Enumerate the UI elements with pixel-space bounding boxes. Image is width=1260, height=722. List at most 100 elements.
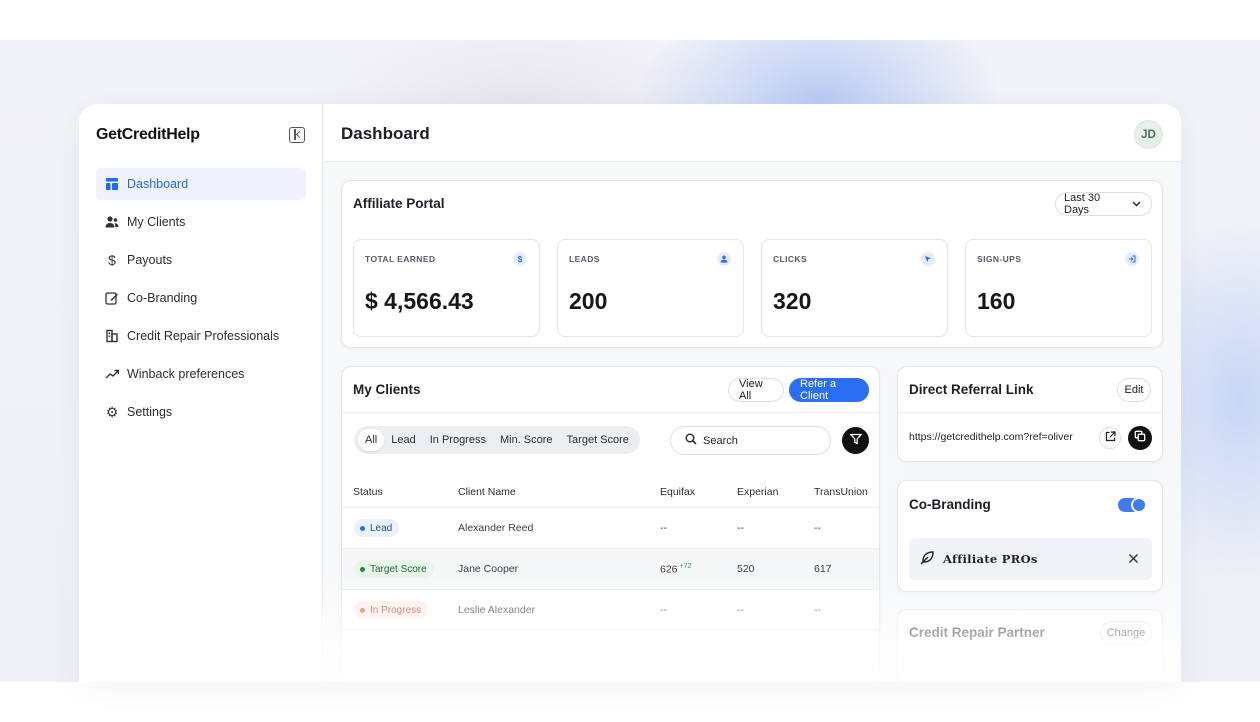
search-icon xyxy=(685,432,697,450)
co-brand-preview: Affiliate PROs xyxy=(909,538,1152,580)
stat-clicks: CLICKS 320 xyxy=(761,239,948,337)
sidebar-item-payouts[interactable]: $ Payouts xyxy=(96,244,306,276)
stat-sign-ups: SIGN-UPS 160 xyxy=(965,239,1152,337)
referral-link-title: Direct Referral Link xyxy=(909,382,1034,397)
table-row[interactable]: Target Score Jane Cooper 626 +72 520 617 xyxy=(342,548,879,589)
equifax-score: 626 +72 xyxy=(660,563,691,576)
top-bar: Dashboard JD xyxy=(324,104,1181,162)
status-dot xyxy=(360,525,365,531)
sidebar-item-co-branding[interactable]: Co-Branding xyxy=(96,282,306,314)
affiliate-portal-card: Affiliate Portal Last 30 Days TOTAL EARN… xyxy=(341,180,1163,348)
column-header-experian: Experian xyxy=(737,486,779,498)
table-row[interactable]: In Progress Leslie Alexander -- -- -- xyxy=(342,589,879,630)
stat-value: 160 xyxy=(977,288,1016,314)
avatar[interactable]: JD xyxy=(1134,120,1163,149)
column-header-status: Status xyxy=(353,486,383,498)
stat-leads: LEADS 200 xyxy=(557,239,744,337)
status-filter-tabs: All Lead In Progress Min. Score Target S… xyxy=(354,426,640,454)
sidebar-item-label: My Clients xyxy=(127,215,186,229)
brand-logo: GetCreditHelp xyxy=(96,126,200,143)
change-partner-button[interactable]: Change xyxy=(1100,621,1152,645)
co-branding-toggle[interactable] xyxy=(1118,497,1147,513)
status-dot xyxy=(360,566,365,572)
status-badge: Target Score xyxy=(354,560,434,578)
app-window: GetCreditHelp Dashboard My Clients $ Pay… xyxy=(79,104,1181,682)
view-all-button[interactable]: View All xyxy=(728,378,784,402)
date-range-select[interactable]: Last 30 Days xyxy=(1055,192,1152,216)
collapse-sidebar-icon[interactable] xyxy=(289,127,305,143)
filter-in-progress[interactable]: In Progress xyxy=(423,429,493,451)
sidebar-item-label: Credit Repair Professionals xyxy=(127,329,280,343)
co-branding-title: Co-Branding xyxy=(909,497,991,512)
status-label: Lead xyxy=(370,522,393,534)
transunion-score: -- xyxy=(814,604,821,616)
my-clients-title: My Clients xyxy=(353,382,421,397)
filter-lead[interactable]: Lead xyxy=(384,429,422,451)
co-brand-name: Affiliate PROs xyxy=(943,552,1038,566)
dollar-icon: $ xyxy=(513,252,527,266)
dollar-icon: $ xyxy=(108,252,116,268)
stat-total-earned: TOTAL EARNED $ $ 4,566.43 xyxy=(353,239,540,337)
equifax-score: -- xyxy=(660,604,667,616)
open-link-button[interactable] xyxy=(1099,427,1121,449)
transunion-score: 617 xyxy=(814,563,832,575)
table-row[interactable]: Lead Alexander Reed -- -- -- xyxy=(342,507,879,548)
divider xyxy=(342,412,879,413)
stat-value: 200 xyxy=(569,288,608,314)
sidebar-item-credit-repair-professionals[interactable]: Credit Repair Professionals xyxy=(96,320,306,352)
equifax-score: -- xyxy=(660,522,667,534)
filter-min-score[interactable]: Min. Score xyxy=(493,429,560,451)
edit-button[interactable]: Edit xyxy=(1117,378,1151,402)
filter-button[interactable] xyxy=(842,427,869,454)
filter-icon xyxy=(849,432,862,450)
sidebar-item-dashboard[interactable]: Dashboard xyxy=(96,168,306,200)
sidebar-item-label: Winback preferences xyxy=(127,367,245,381)
client-name: Jane Cooper xyxy=(458,563,519,575)
co-branding-card: Co-Branding Affiliate PROs xyxy=(897,480,1163,592)
edit-icon xyxy=(105,291,119,305)
stat-label: LEADS xyxy=(569,254,600,264)
status-dot xyxy=(360,607,365,613)
column-header-transunion: TransUnion xyxy=(814,486,868,498)
search-box xyxy=(670,426,831,455)
status-label: In Progress xyxy=(370,604,422,616)
sidebar-item-settings[interactable]: ⚙ Settings xyxy=(96,396,306,428)
copy-link-button[interactable] xyxy=(1128,426,1152,450)
search-input[interactable] xyxy=(703,434,813,447)
cursor-icon xyxy=(921,252,935,266)
sidebar-item-label: Dashboard xyxy=(127,177,189,191)
credit-repair-partner-title: Credit Repair Partner xyxy=(909,625,1045,640)
experian-score: 520 xyxy=(737,563,755,575)
sidebar-item-my-clients[interactable]: My Clients xyxy=(96,206,306,238)
equifax-score-value: 626 xyxy=(660,563,678,576)
credit-repair-partner-card: Credit Repair Partner Change xyxy=(897,609,1163,682)
sidebar-item-label: Co-Branding xyxy=(127,291,198,305)
experian-score: -- xyxy=(737,522,744,534)
status-badge: Lead xyxy=(354,519,400,537)
page-title: Dashboard xyxy=(341,124,430,143)
sidebar-item-label: Settings xyxy=(127,405,173,419)
sign-in-icon xyxy=(1125,252,1139,266)
sidebar-nav: Dashboard My Clients $ Payouts Co-Brandi… xyxy=(96,168,306,434)
building-icon xyxy=(105,329,119,343)
stat-value: $ 4,566.43 xyxy=(365,288,474,314)
status-badge: In Progress xyxy=(354,601,429,619)
sidebar-item-label: Payouts xyxy=(127,253,173,267)
main-area: Dashboard JD Affiliate Portal Last 30 Da… xyxy=(324,104,1181,682)
my-clients-card: My Clients View All Refer a Client All L… xyxy=(341,366,880,682)
transunion-score: -- xyxy=(814,522,821,534)
sidebar-item-winback-preferences[interactable]: Winback preferences xyxy=(96,358,306,390)
client-name: Alexander Reed xyxy=(458,522,534,534)
affiliate-portal-title: Affiliate Portal xyxy=(353,196,445,211)
filter-target-score[interactable]: Target Score xyxy=(560,429,636,451)
chevron-down-icon xyxy=(1132,198,1141,210)
stat-label: CLICKS xyxy=(773,254,808,264)
users-icon xyxy=(105,215,119,229)
table-header: Status Client Name Equifax Experian Tran… xyxy=(342,479,879,507)
remove-brand-icon[interactable] xyxy=(1128,551,1139,569)
trend-up-icon xyxy=(105,367,119,381)
filter-all[interactable]: All xyxy=(358,429,385,451)
feather-icon xyxy=(919,550,935,571)
copy-icon xyxy=(1134,429,1146,447)
refer-client-button[interactable]: Refer a Client xyxy=(789,378,869,402)
